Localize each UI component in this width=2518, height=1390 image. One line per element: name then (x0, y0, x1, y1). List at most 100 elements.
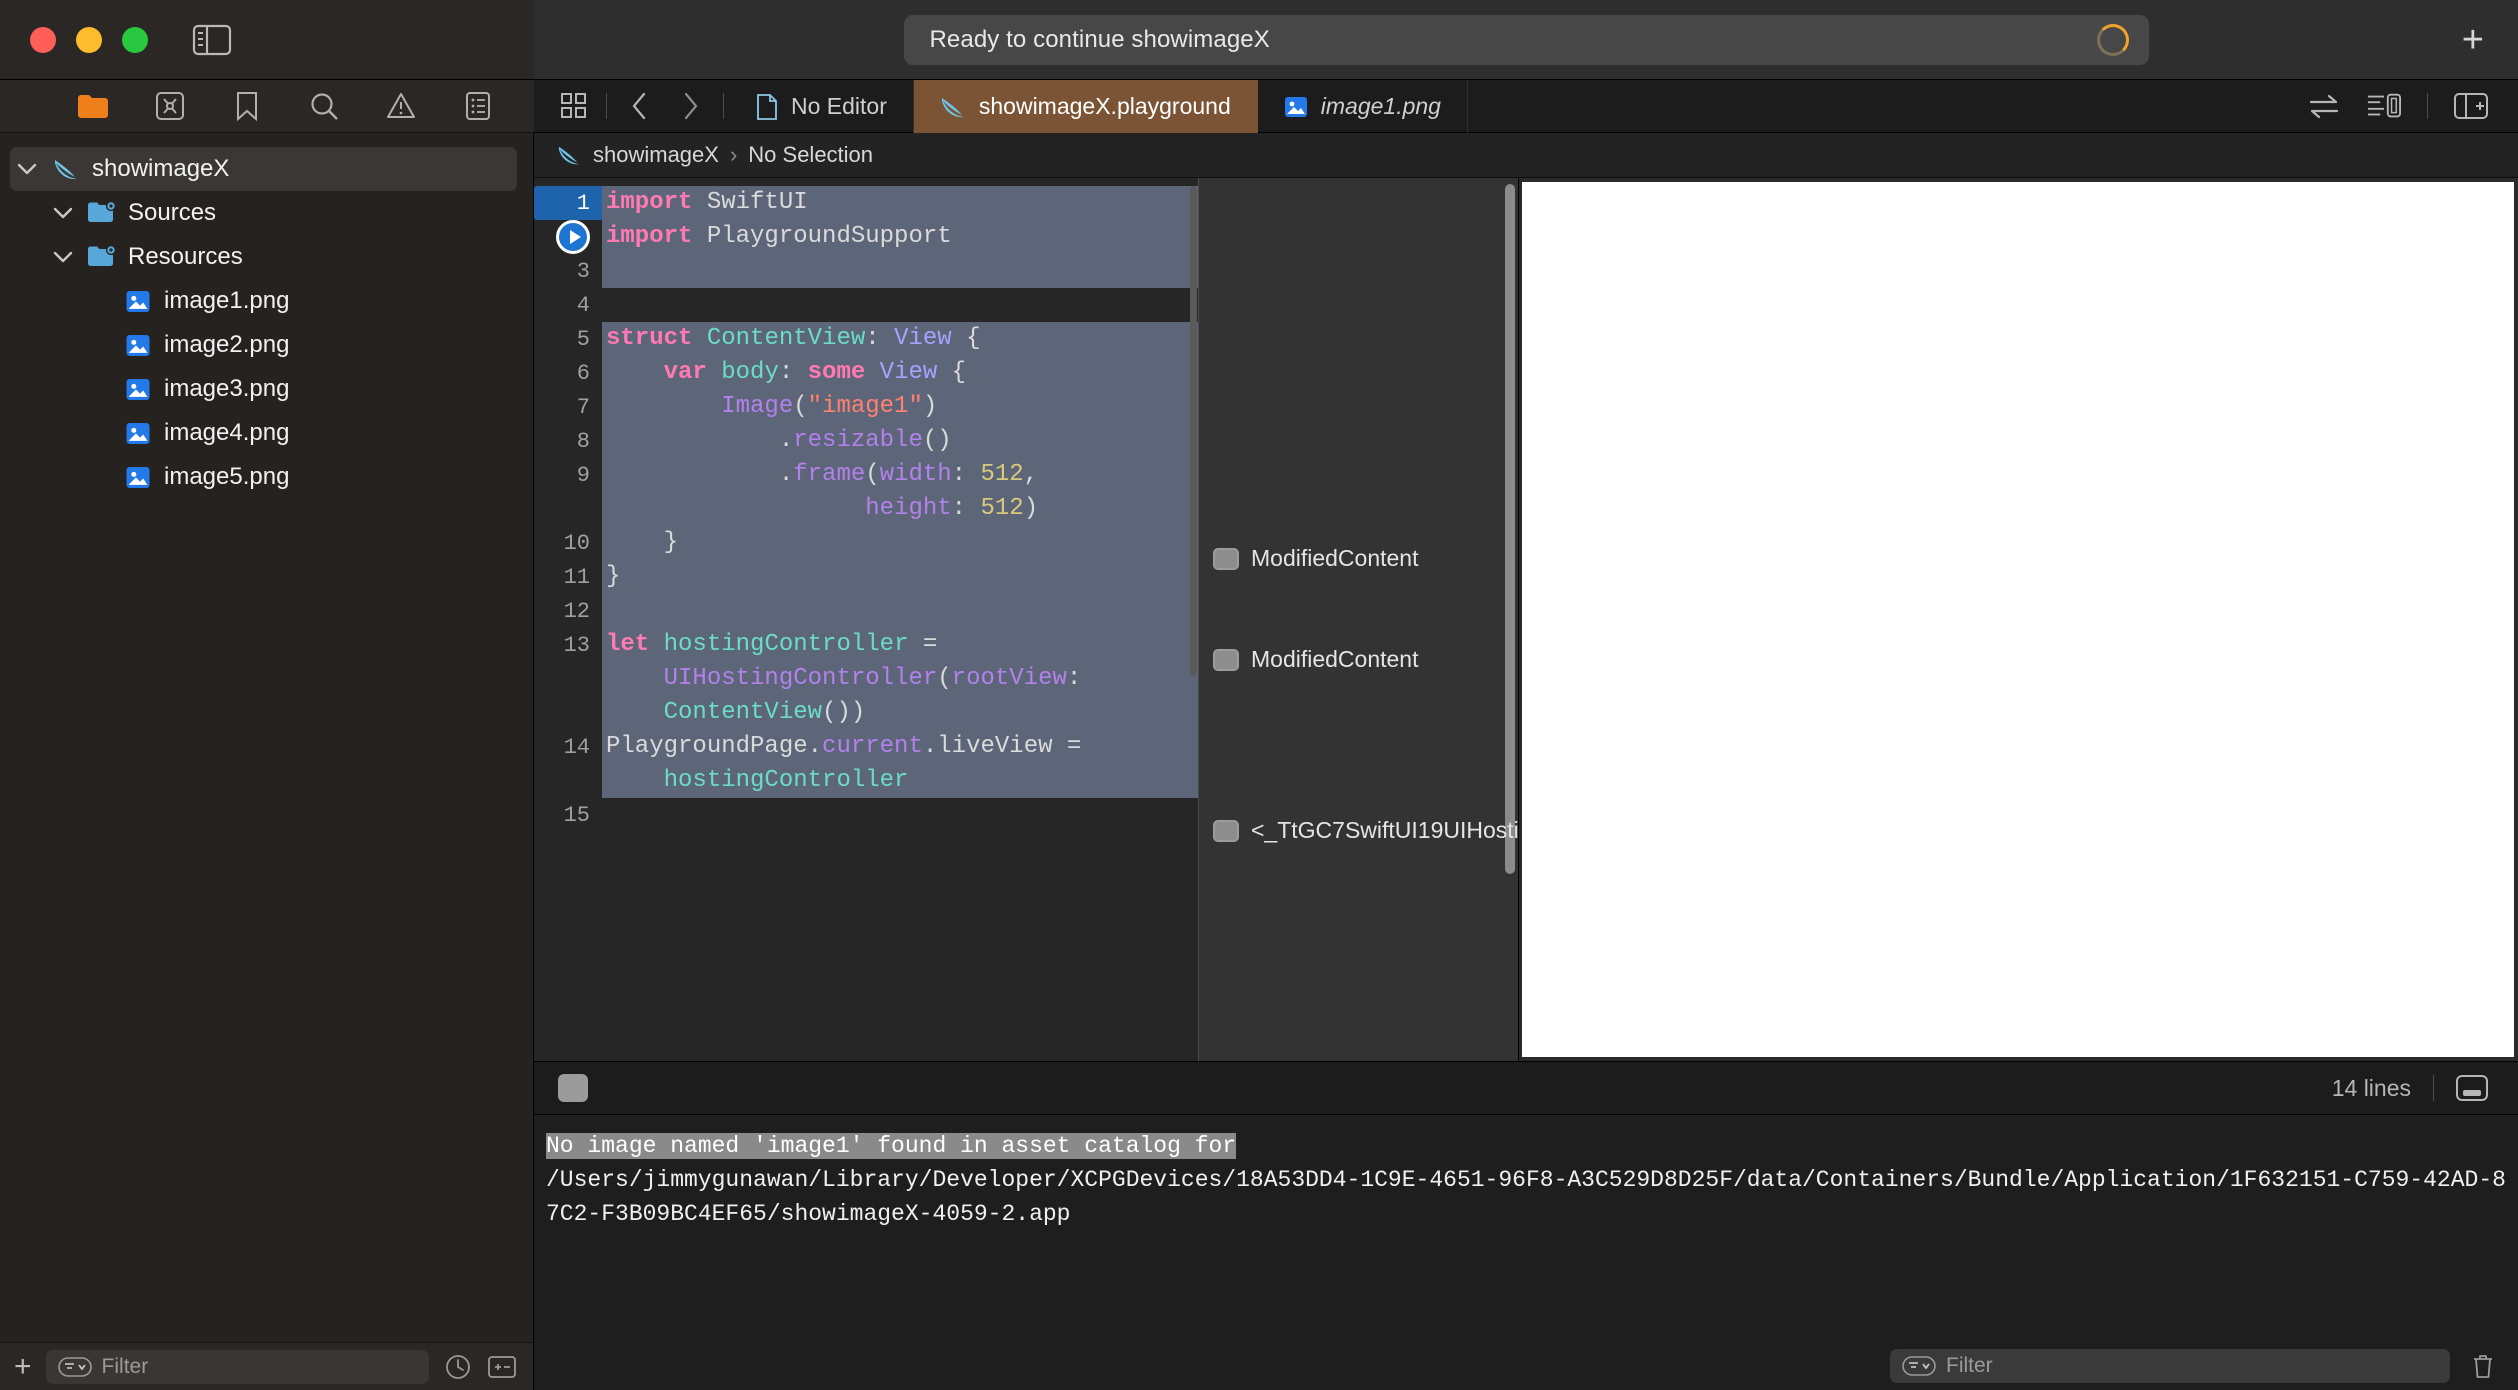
quick-look-icon[interactable] (1213, 820, 1239, 842)
activity-status-bar[interactable]: Ready to continue showimageX (903, 14, 2149, 65)
source-control-navigator-icon[interactable] (153, 89, 187, 123)
tab-no-editor[interactable]: No Editor (730, 80, 914, 133)
add-tab-button[interactable]: + (2462, 21, 2484, 59)
code-line[interactable] (602, 798, 1198, 832)
minimize-button[interactable] (76, 26, 102, 53)
image-icon (122, 422, 154, 445)
tree-item-sources[interactable]: Sources (0, 191, 533, 235)
image-icon (1284, 96, 1308, 118)
line-number: 15 (563, 802, 590, 828)
code-line[interactable]: PlaygroundPage.current.liveView = (602, 730, 1198, 764)
navigator-filter-input[interactable]: Filter (45, 1349, 429, 1384)
code-line[interactable]: } (602, 526, 1198, 560)
back-chevron-icon[interactable] (613, 80, 665, 133)
tree-item-resources[interactable]: Resources (0, 235, 533, 279)
tree-item-image5-png[interactable]: image5.png (0, 455, 533, 499)
line-number: 8 (576, 428, 590, 454)
sidebar-toggle-icon[interactable] (192, 23, 232, 57)
result-row[interactable]: <_TtGC7SwiftUI19UIHostingControllerV13__… (1213, 816, 1518, 845)
forward-chevron-icon[interactable] (665, 80, 717, 133)
tree-item-showimagex[interactable]: showimageX (10, 147, 517, 191)
add-file-button[interactable]: + (14, 1351, 32, 1382)
grid-view-icon[interactable] (548, 80, 600, 133)
source-code-editor[interactable]: 1 3 4 5 6 7 8 9 10 11 12 13 14 15 import SwiftUI impor… (534, 178, 1198, 1061)
line-number (534, 492, 602, 526)
chevron-down-icon[interactable] (14, 162, 40, 176)
navigator-filter-bar: + Filter (0, 1342, 533, 1390)
tree-item-image3-png[interactable]: image3.png (0, 367, 533, 411)
result-label: ModifiedContent (1251, 545, 1419, 571)
quick-look-icon[interactable] (1213, 548, 1239, 570)
breadcrumb-item-project[interactable]: showimageX (593, 142, 719, 168)
line-number: 14 (563, 734, 590, 760)
chevron-down-icon[interactable] (50, 250, 76, 264)
code-line[interactable]: } (602, 560, 1198, 594)
result-row[interactable]: ModifiedContent (1213, 544, 1496, 573)
console-toggle-icon[interactable] (2456, 1075, 2488, 1101)
inspector-toggle-icon[interactable] (2367, 89, 2401, 123)
source-control-filter-icon[interactable] (487, 1352, 517, 1382)
tree-item-image1-png[interactable]: image1.png (0, 279, 533, 323)
quick-look-icon[interactable] (1213, 649, 1239, 671)
console-filter-input[interactable]: Filter (1890, 1349, 2450, 1383)
code-line[interactable]: struct ContentView: View { (602, 322, 1198, 356)
code-line[interactable]: import PlaygroundSupport (602, 220, 1198, 254)
code-line[interactable] (602, 254, 1198, 288)
close-button[interactable] (30, 26, 56, 53)
code-line[interactable]: import SwiftUI (602, 186, 1198, 220)
breadcrumb-item-selection[interactable]: No Selection (748, 142, 873, 168)
find-navigator-icon[interactable] (307, 89, 341, 123)
tab-label: No Editor (791, 93, 887, 119)
line-number-gutter: 1 3 4 5 6 7 8 9 10 11 12 13 14 15 (534, 178, 602, 1061)
clear-console-icon[interactable] (2468, 1351, 2498, 1381)
image-icon (122, 290, 154, 313)
status-bar-right: 14 lines (2332, 1075, 2488, 1102)
issue-navigator-icon[interactable] (384, 89, 418, 123)
code-line[interactable]: .resizable() (602, 424, 1198, 458)
zoom-button[interactable] (122, 26, 148, 53)
filter-options-icon[interactable] (57, 1356, 92, 1377)
code-line[interactable]: hostingController (602, 764, 1198, 798)
tab-image1-png[interactable]: image1.png (1258, 80, 1468, 133)
result-row[interactable]: ModifiedContent (1213, 645, 1496, 674)
code-line[interactable]: let hostingController = (602, 628, 1198, 662)
tree-item-label: image2.png (164, 331, 290, 358)
toolbar-row: No Editor showimageX.playground image1.p… (0, 80, 2518, 133)
line-number: 12 (563, 598, 590, 624)
titlebar-right: Ready to continue showimageX + (534, 0, 2518, 80)
swap-editors-icon[interactable] (2307, 89, 2341, 123)
add-editor-icon[interactable] (2454, 89, 2488, 123)
document-icon (756, 93, 778, 120)
code-line[interactable]: .frame(width: 512, (602, 458, 1198, 492)
tab-showimagex-playground[interactable]: showimageX.playground (913, 80, 1258, 133)
line-number: 6 (576, 360, 590, 386)
console-output[interactable]: No image named 'image1' found in asset c… (534, 1115, 2518, 1342)
code-text[interactable]: import SwiftUI import PlaygroundSupport s… (602, 178, 1198, 1061)
chevron-down-icon[interactable] (50, 206, 76, 220)
project-navigator-icon[interactable] (76, 89, 110, 123)
code-line[interactable] (602, 594, 1198, 628)
bookmark-navigator-icon[interactable] (230, 89, 264, 123)
results-scrollbar[interactable] (1505, 184, 1515, 874)
line-number: 11 (563, 564, 590, 590)
code-line[interactable]: var body: some View { (602, 356, 1198, 390)
code-line[interactable]: ContentView()) (602, 696, 1198, 730)
folder-gear-icon (86, 200, 118, 226)
code-line[interactable] (602, 288, 1198, 322)
tree-item-image4-png[interactable]: image4.png (0, 411, 533, 455)
tree-item-label: Resources (128, 243, 243, 270)
tree-item-label: image3.png (164, 375, 290, 402)
recent-files-icon[interactable] (443, 1352, 473, 1382)
code-line[interactable]: UIHostingController(rootView: (602, 662, 1198, 696)
tab-bar-right-controls (2307, 80, 2518, 132)
tree-item-image2-png[interactable]: image2.png (0, 323, 533, 367)
filter-options-icon[interactable] (1902, 1356, 1936, 1376)
code-line[interactable]: Image("image1") (602, 390, 1198, 424)
code-line[interactable]: height: 512) (602, 492, 1198, 526)
tab-label: showimageX.playground (978, 93, 1231, 119)
code-scrollbar[interactable] (1188, 178, 1198, 1061)
navigator-selector-bar (0, 80, 534, 133)
run-playground-button[interactable] (556, 220, 590, 254)
report-navigator-icon[interactable] (461, 89, 495, 123)
debug-area-toggle-icon[interactable] (558, 1074, 588, 1102)
